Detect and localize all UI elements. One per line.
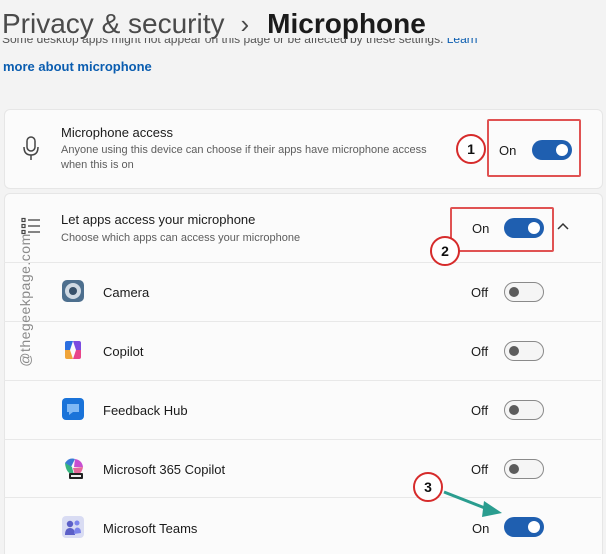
watermark: @thegeekpage.com <box>16 233 33 367</box>
app-state: On <box>472 521 490 536</box>
app-name: Microsoft 365 Copilot <box>103 462 226 477</box>
copilot-toggle[interactable] <box>504 341 544 361</box>
app-state: Off <box>471 403 489 418</box>
feedback-hub-toggle[interactable] <box>504 400 544 420</box>
page-title: Microphone <box>267 8 426 39</box>
teams-toggle[interactable] <box>504 517 544 537</box>
toggle-knob <box>509 345 519 356</box>
app-state: Off <box>471 285 489 300</box>
let-apps-description: Choose which apps can access your microp… <box>61 232 301 244</box>
breadcrumb-parent-link[interactable]: Privacy & security <box>0 8 225 40</box>
divider <box>4 497 601 498</box>
annotation-arrow-icon <box>443 490 502 517</box>
camera-toggle[interactable] <box>504 282 544 302</box>
app-state: Off <box>471 462 489 477</box>
m365-copilot-toggle[interactable] <box>504 459 544 479</box>
annotation-highlight-box <box>450 207 554 252</box>
notice-clip: Some desktop apps might not appear on th… <box>2 38 542 52</box>
breadcrumb-separator-icon: › <box>240 8 250 39</box>
chevron-up-icon[interactable] <box>556 221 570 231</box>
camera-icon <box>62 280 84 302</box>
microphone-icon <box>23 136 39 160</box>
microphone-access-description-line2: when this is on <box>61 159 134 171</box>
copilot-icon <box>65 341 81 359</box>
divider <box>4 439 601 440</box>
toggle-knob <box>509 463 519 474</box>
notice-text: Some desktop apps might not appear on th… <box>2 38 478 46</box>
divider <box>4 321 601 322</box>
toggle-knob <box>509 404 519 415</box>
app-name: Feedback Hub <box>103 403 188 418</box>
app-state: Off <box>471 344 489 359</box>
annotation-badge: 3 <box>413 472 443 502</box>
annotation-highlight-box <box>487 119 581 177</box>
divider <box>4 262 601 263</box>
learn-more-link[interactable]: more about microphone <box>3 59 152 74</box>
microphone-access-title: Microphone access <box>61 125 173 140</box>
divider <box>4 380 601 381</box>
teams-icon <box>62 516 84 538</box>
microphone-access-description: Anyone using this device can choose if t… <box>61 144 427 156</box>
feedback-hub-icon <box>62 398 84 420</box>
toggle-knob <box>509 286 519 297</box>
let-apps-title: Let apps access your microphone <box>61 212 256 227</box>
app-name: Microsoft Teams <box>103 521 198 536</box>
annotation-badge: 1 <box>456 134 486 164</box>
app-name: Copilot <box>103 344 144 359</box>
annotation-badge: 2 <box>430 236 460 266</box>
m365-copilot-icon <box>65 458 83 479</box>
toggle-knob <box>528 521 540 533</box>
app-name: Camera <box>103 285 150 300</box>
